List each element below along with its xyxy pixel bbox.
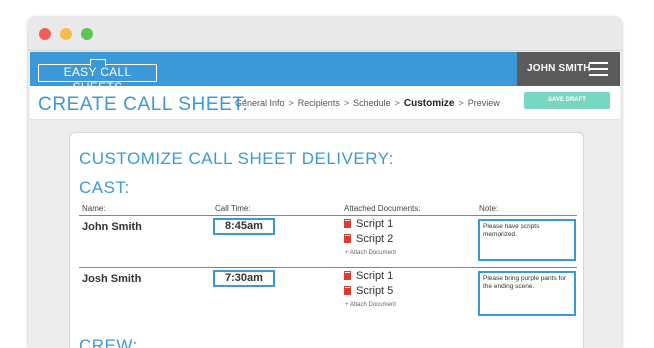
browser-window: EASY CALL SHEETS JOHN SMITH CREATE CALL … xyxy=(28,17,622,348)
maximize-window-button[interactable] xyxy=(81,28,93,40)
page-title: CREATE CALL SHEET: xyxy=(38,94,249,115)
cast-name: John Smith xyxy=(82,221,142,233)
note-textarea[interactable]: Please have scripts memorized. xyxy=(478,219,576,261)
document-link[interactable]: Script 2 xyxy=(344,233,393,245)
user-name: JOHN SMITH xyxy=(527,63,591,74)
pdf-icon xyxy=(344,286,351,295)
hamburger-menu-icon[interactable] xyxy=(589,62,608,76)
step-separator: > xyxy=(394,98,400,108)
minimize-window-button[interactable] xyxy=(60,28,72,40)
column-header-documents: Attached Documents: xyxy=(344,204,421,213)
step-preview[interactable]: Preview xyxy=(468,98,500,108)
divider xyxy=(79,215,577,216)
window-titlebar xyxy=(28,17,622,51)
app-header: EASY CALL SHEETS JOHN SMITH xyxy=(30,52,620,94)
step-separator: > xyxy=(288,98,294,108)
document-link[interactable]: Script 1 xyxy=(344,218,393,230)
user-menu[interactable]: JOHN SMITH xyxy=(517,52,620,86)
save-draft-button[interactable]: SAVE DRAFT xyxy=(524,92,610,109)
column-header-note: Note: xyxy=(479,204,499,213)
content-area: CUSTOMIZE CALL SHEET DELIVERY: CAST: Nam… xyxy=(30,121,620,348)
document-link[interactable]: Script 1 xyxy=(344,270,393,282)
section-title: CUSTOMIZE CALL SHEET DELIVERY: xyxy=(79,149,394,168)
attach-document-link[interactable]: + Attach Document xyxy=(345,302,396,308)
step-schedule[interactable]: Schedule xyxy=(353,98,391,108)
document-link[interactable]: Script 5 xyxy=(344,285,393,297)
pdf-icon xyxy=(344,271,351,280)
column-header-name: Name: xyxy=(82,204,106,213)
close-window-button[interactable] xyxy=(39,28,51,40)
divider xyxy=(79,267,577,268)
camera-icon xyxy=(90,59,106,66)
logo[interactable]: EASY CALL SHEETS xyxy=(38,59,157,94)
step-general-info[interactable]: General Info xyxy=(235,98,285,108)
page-header: CREATE CALL SHEET: General Info > Recipien… xyxy=(30,86,620,120)
pdf-icon xyxy=(344,234,351,243)
customize-panel: CUSTOMIZE CALL SHEET DELIVERY: CAST: Nam… xyxy=(69,132,584,348)
attach-document-link[interactable]: + Attach Document xyxy=(345,250,396,256)
step-breadcrumb: General Info > Recipients > Schedule > Customi… xyxy=(235,98,500,109)
step-separator: > xyxy=(343,98,350,108)
step-separator: > xyxy=(458,98,464,108)
step-customize[interactable]: Customize xyxy=(404,98,455,109)
document-name: Script 2 xyxy=(356,233,394,245)
cast-heading: CAST: xyxy=(79,178,130,197)
call-time-input[interactable]: 8:45am xyxy=(213,218,275,235)
document-name: Script 1 xyxy=(356,270,394,282)
column-header-call-time: Call Time: xyxy=(215,204,251,213)
cast-name: Josh Smith xyxy=(82,273,142,285)
document-name: Script 5 xyxy=(356,285,394,297)
crew-heading: CREW: xyxy=(79,336,138,348)
call-time-input[interactable]: 7:30am xyxy=(213,270,275,287)
pdf-icon xyxy=(344,219,351,228)
note-textarea[interactable]: Please bring purple pants for the ending… xyxy=(478,271,576,316)
document-name: Script 1 xyxy=(356,218,394,230)
step-recipients[interactable]: Recipients xyxy=(298,98,340,108)
